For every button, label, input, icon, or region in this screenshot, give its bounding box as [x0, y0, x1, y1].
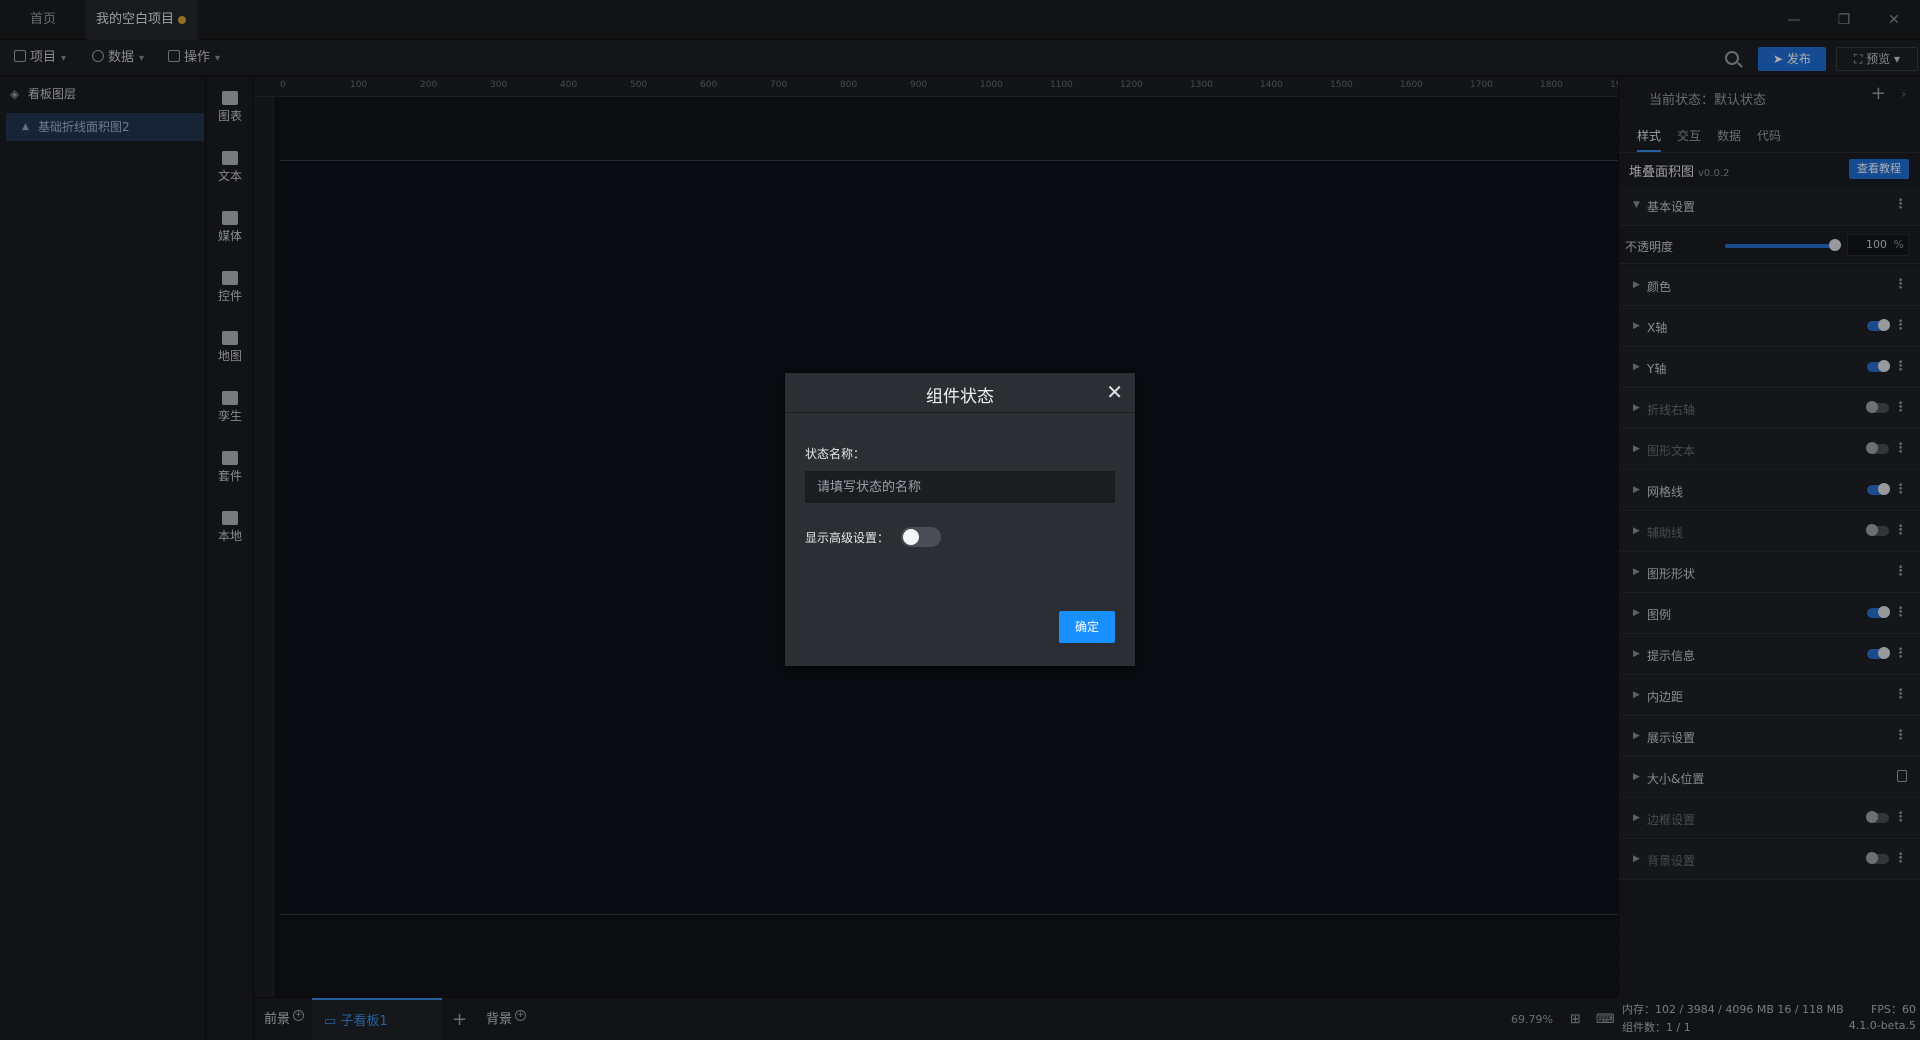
close-icon[interactable]: ✕: [1106, 381, 1123, 403]
advanced-settings-label: 显示高级设置：: [805, 531, 890, 545]
state-name-label: 状态名称：: [805, 447, 866, 461]
confirm-button[interactable]: 确定: [1059, 611, 1115, 643]
state-name-input[interactable]: [805, 471, 1115, 503]
component-state-dialog: 组件状态 ✕ 状态名称： 显示高级设置： 确定: [785, 373, 1135, 666]
advanced-settings-toggle[interactable]: [901, 527, 941, 547]
toggle-knob: [903, 529, 919, 545]
dialog-header: 组件状态 ✕: [785, 373, 1135, 413]
dialog-title: 组件状态: [926, 387, 994, 407]
